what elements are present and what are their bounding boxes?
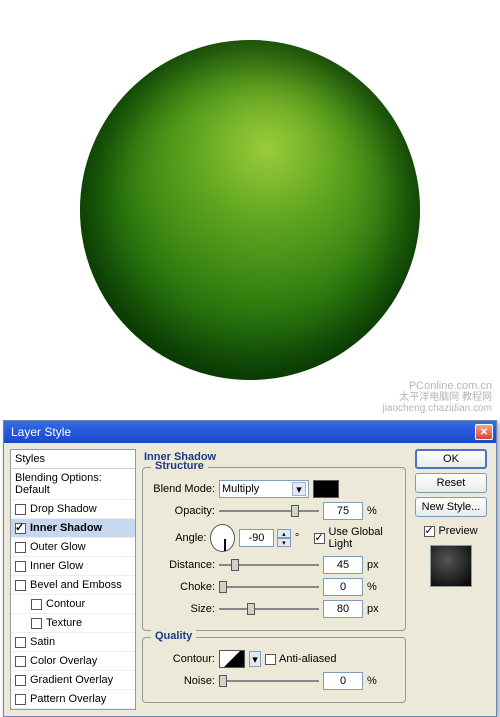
layer-style-dialog: Layer Style ✕ Styles Blending Options: D… — [3, 420, 497, 717]
size-label: Size: — [151, 603, 215, 615]
green-sphere — [80, 40, 420, 380]
checkbox-icon — [15, 542, 26, 553]
size-slider[interactable] — [219, 600, 319, 618]
choke-label: Choke: — [151, 581, 215, 593]
contour-label: Contour: — [151, 653, 215, 665]
choke-unit: % — [367, 581, 385, 593]
blend-mode-label: Blend Mode: — [151, 483, 215, 495]
angle-dial[interactable] — [210, 524, 235, 552]
watermark-line: PConline.com.cn — [382, 380, 492, 392]
ok-button[interactable]: OK — [415, 449, 487, 469]
noise-label: Noise: — [151, 675, 215, 687]
preview-swatch — [430, 545, 472, 587]
checkbox-icon — [15, 580, 26, 591]
styles-header[interactable]: Styles — [11, 450, 135, 469]
chevron-down-icon: ▾ — [292, 482, 306, 496]
quality-legend: Quality — [151, 630, 196, 642]
style-row-label: Bevel and Emboss — [30, 579, 122, 591]
style-row-label: Contour — [46, 598, 85, 610]
checkbox-icon — [31, 618, 42, 629]
structure-legend: Structure — [151, 460, 208, 472]
style-row[interactable]: Contour — [11, 595, 135, 614]
style-row[interactable]: Outer Glow — [11, 538, 135, 557]
style-row-label: Color Overlay — [30, 655, 97, 667]
noise-unit: % — [367, 675, 385, 687]
opacity-input[interactable]: 75 — [323, 502, 363, 520]
anti-aliased-checkbox[interactable]: Anti-aliased — [265, 653, 336, 665]
watermark: PConline.com.cn 太平洋电脑网 教程网 jiaocheng.cha… — [382, 380, 492, 414]
style-row[interactable]: Texture — [11, 614, 135, 633]
style-row[interactable]: Bevel and Emboss — [11, 576, 135, 595]
angle-input[interactable]: -90 — [239, 529, 274, 547]
blending-options-row[interactable]: Blending Options: Default — [11, 469, 135, 500]
checkbox-icon — [15, 694, 26, 705]
style-row[interactable]: Inner Shadow — [11, 519, 135, 538]
style-row-label: Drop Shadow — [30, 503, 97, 515]
distance-input[interactable]: 45 — [323, 556, 363, 574]
checkbox-icon — [424, 526, 435, 537]
style-row-label: Inner Glow — [30, 560, 83, 572]
contour-picker[interactable] — [219, 650, 245, 668]
style-row[interactable]: Drop Shadow — [11, 500, 135, 519]
button-column: OK Reset New Style... Preview — [412, 449, 490, 710]
dialog-title: Layer Style — [7, 425, 475, 439]
reset-button[interactable]: Reset — [415, 473, 487, 493]
styles-list: Styles Blending Options: Default Drop Sh… — [10, 449, 136, 710]
style-row[interactable]: Pattern Overlay — [11, 690, 135, 709]
quality-group: Quality Contour: ▾ Anti-aliased Noise: 0… — [142, 637, 406, 703]
blend-mode-select[interactable]: Multiply ▾ — [219, 480, 309, 498]
close-button[interactable]: ✕ — [475, 424, 493, 440]
main-panel: Inner Shadow Structure Blend Mode: Multi… — [142, 449, 406, 710]
watermark-line: jiaocheng.chazidian.com — [382, 403, 492, 414]
style-row-label: Gradient Overlay — [30, 674, 113, 686]
angle-stepper[interactable]: ▴▾ — [277, 529, 291, 547]
checkbox-icon — [15, 523, 26, 534]
distance-label: Distance: — [151, 559, 215, 571]
distance-unit: px — [367, 559, 385, 571]
opacity-slider[interactable] — [219, 502, 319, 520]
global-light-label: Use Global Light — [328, 526, 397, 550]
checkbox-icon — [15, 656, 26, 667]
chevron-down-icon[interactable]: ▾ — [249, 651, 261, 667]
style-row-label: Inner Shadow — [30, 522, 102, 534]
blend-mode-value: Multiply — [222, 483, 259, 495]
anti-aliased-label: Anti-aliased — [279, 653, 336, 665]
global-light-checkbox[interactable]: Use Global Light — [314, 526, 397, 550]
choke-input[interactable]: 0 — [323, 578, 363, 596]
style-row[interactable]: Color Overlay — [11, 652, 135, 671]
titlebar[interactable]: Layer Style ✕ — [4, 421, 496, 443]
style-row[interactable]: Gradient Overlay — [11, 671, 135, 690]
checkbox-icon — [31, 599, 42, 610]
choke-slider[interactable] — [219, 578, 319, 596]
color-swatch[interactable] — [313, 480, 339, 498]
size-unit: px — [367, 603, 385, 615]
checkbox-icon — [314, 533, 325, 544]
structure-group: Structure Blend Mode: Multiply ▾ Opacity… — [142, 467, 406, 631]
checkbox-icon — [15, 637, 26, 648]
checkbox-icon — [15, 675, 26, 686]
noise-slider[interactable] — [219, 672, 319, 690]
checkbox-icon — [15, 561, 26, 572]
angle-label: Angle: — [151, 532, 206, 544]
distance-slider[interactable] — [219, 556, 319, 574]
style-row-label: Satin — [30, 636, 55, 648]
style-row-label: Outer Glow — [30, 541, 86, 553]
angle-unit: ° — [295, 532, 311, 544]
style-row-label: Texture — [46, 617, 82, 629]
preview-checkbox[interactable]: Preview — [424, 525, 477, 537]
new-style-button[interactable]: New Style... — [415, 497, 487, 517]
canvas-area: PConline.com.cn 太平洋电脑网 教程网 jiaocheng.cha… — [0, 0, 500, 420]
style-row[interactable]: Inner Glow — [11, 557, 135, 576]
size-input[interactable]: 80 — [323, 600, 363, 618]
opacity-label: Opacity: — [151, 505, 215, 517]
watermark-line: 太平洋电脑网 教程网 — [382, 392, 492, 403]
style-row[interactable]: Satin — [11, 633, 135, 652]
checkbox-icon — [265, 654, 276, 665]
checkbox-icon — [15, 504, 26, 515]
noise-input[interactable]: 0 — [323, 672, 363, 690]
preview-label: Preview — [438, 525, 477, 537]
opacity-unit: % — [367, 505, 385, 517]
